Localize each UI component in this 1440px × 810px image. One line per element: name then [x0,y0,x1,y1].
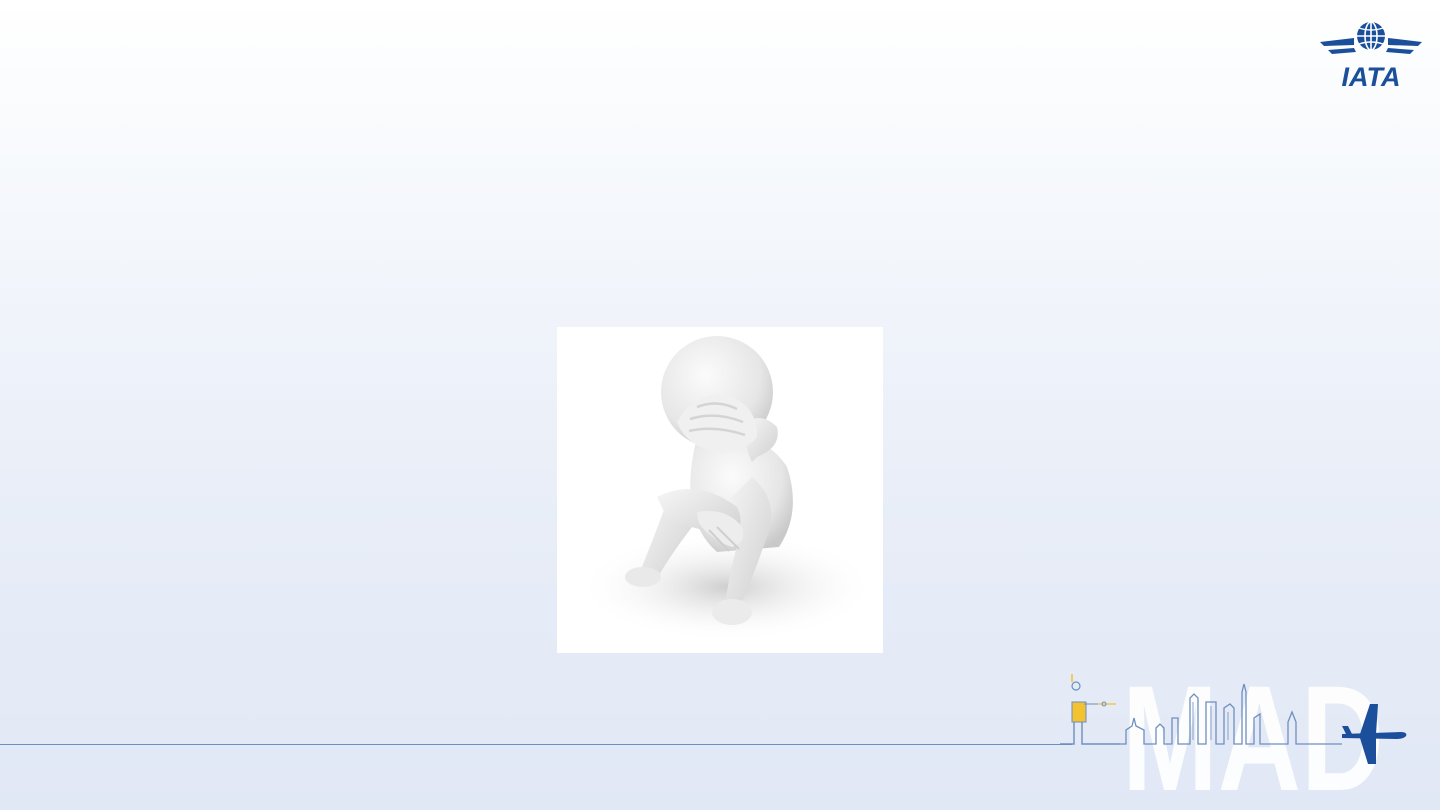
globe-wings-icon: IATA [1320,21,1422,90]
logo-text: IATA [1342,62,1401,90]
sad-3d-person-icon [577,336,877,642]
sad-person-image [557,327,883,653]
iata-logo: IATA [1316,18,1426,90]
footer-skyline: MAD [1060,668,1420,798]
slide: IATA MAD [0,0,1440,810]
city-code: MAD [1122,668,1384,798]
footer-line [0,744,1072,745]
madrid-skyline-icon: MAD [1060,668,1407,798]
